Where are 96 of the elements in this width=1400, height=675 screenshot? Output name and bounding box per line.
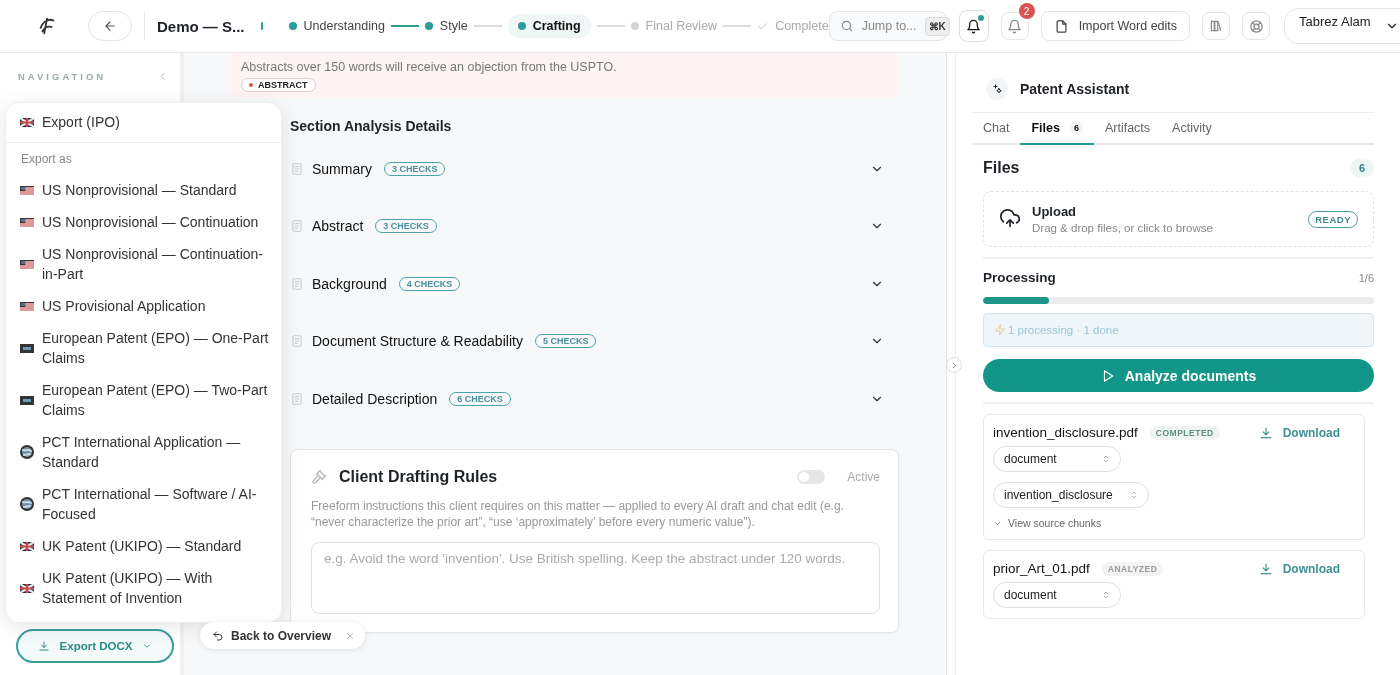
lightning-icon: [994, 324, 1006, 336]
accordion-row[interactable]: Background 4 CHECKS: [290, 255, 884, 313]
document-icon: [290, 276, 304, 291]
status-text: 1 processing · 1 done: [1008, 324, 1119, 336]
help-button[interactable]: [1242, 12, 1271, 40]
download-button[interactable]: Download: [1258, 561, 1354, 576]
import-button[interactable]: Import Word edits: [1040, 11, 1191, 41]
menu-item[interactable]: US Provisional Application: [6, 290, 281, 322]
menu-item[interactable]: US Nonprovisional — Continuation: [6, 206, 281, 238]
accordion-row[interactable]: Detailed Description 6 CHECKS: [290, 370, 884, 428]
user-menu[interactable]: Tabrez Alam: [1284, 8, 1400, 44]
menu-item[interactable]: European Patent (EPO) — Two-Part Claims: [6, 374, 281, 426]
sidebar-heading: NAVIGATION: [18, 71, 107, 82]
section-heading: Processing: [983, 270, 1056, 285]
section-heading: Section Analysis Details: [290, 118, 453, 134]
up-down-chevron-icon: [1101, 454, 1111, 464]
download-icon: [37, 640, 50, 652]
accordion-row[interactable]: Document Structure & Readability 5 CHECKS: [290, 312, 884, 370]
tab[interactable]: Chat: [972, 113, 1021, 145]
status-badge: ANALYZED: [1101, 561, 1164, 576]
arrow-left-icon: [103, 19, 117, 33]
upload-cloud-icon: [1000, 209, 1020, 229]
close-button[interactable]: [345, 630, 356, 641]
flag-icon: [20, 217, 34, 227]
file-icon: [1053, 18, 1069, 34]
menu-item[interactable]: UK Patent (UKIPO) — With Statement of Invention: [6, 562, 281, 614]
up-down-chevron-icon: [1101, 590, 1111, 600]
flag-icon: [20, 117, 34, 127]
source-chunks-link[interactable]: View source chunks: [993, 517, 1354, 529]
back-button[interactable]: [88, 11, 132, 41]
menu-item[interactable]: PCT International — Software / AI-Focused: [6, 478, 281, 530]
download-icon: [1258, 561, 1273, 576]
undo-icon: [212, 629, 224, 642]
flag-icon: [20, 395, 34, 405]
shortcut-key: ⌘K: [924, 16, 950, 36]
flag-icon: [20, 343, 34, 353]
upload-hint: Drag & drop files, or click to browse: [1032, 222, 1213, 234]
rules-input[interactable]: e.g. Avoid the word 'invention'. Use British spelling. Keep the abstract under 120 words.: [311, 541, 880, 614]
document-icon: [290, 219, 304, 234]
toggle-label: Active: [847, 469, 880, 484]
panel-title: Patent Assistant: [1020, 81, 1130, 97]
progress-step[interactable]: Crafting: [507, 14, 591, 38]
analyze-button[interactable]: Analyze documents: [983, 359, 1374, 392]
bell-icon: [966, 18, 982, 34]
export-button[interactable]: Export DOCX: [16, 629, 174, 663]
menu-section-label: Export as: [20, 151, 73, 168]
menu-item[interactable]: PCT International Application — Standard: [6, 426, 281, 478]
menu-item[interactable]: European Patent (EPO) — One-Part Claims: [6, 322, 281, 374]
bell-icon: [1007, 18, 1023, 34]
section-tag: ABSTRACT: [241, 78, 316, 92]
flag-icon: [20, 583, 34, 593]
flag-icon: [20, 497, 34, 511]
menu-item[interactable]: UK Patent (UKIPO) — Standard: [6, 530, 281, 562]
status-badge: COMPLETED: [1149, 425, 1220, 440]
download-button[interactable]: Download: [1258, 425, 1354, 440]
flag-icon: [20, 259, 34, 269]
accordion-row[interactable]: Abstract 3 CHECKS: [290, 197, 884, 255]
gavel-icon: [311, 468, 327, 485]
tab[interactable]: Files 6: [1020, 113, 1094, 145]
chevron-down-icon: [142, 641, 153, 651]
count-badge: 2: [1018, 3, 1035, 19]
menu-title-text: Export (IPO): [42, 114, 120, 130]
tab[interactable]: Activity: [1161, 113, 1223, 145]
section-heading: Files: [983, 159, 1020, 177]
flag-icon: [20, 445, 34, 459]
menu-item[interactable]: US Nonprovisional — Standard: [6, 174, 281, 206]
count-badge: 6: [1349, 159, 1374, 177]
flag-icon: [20, 541, 34, 551]
lifebuoy-icon: [1248, 18, 1264, 34]
search-field[interactable]: Jump to... ⌘K: [828, 11, 947, 41]
flag-icon: [20, 301, 34, 311]
progress-step[interactable]: Understanding: [288, 15, 385, 37]
file-name: invention_disclosure.pdf: [993, 425, 1138, 440]
notifications-button[interactable]: [958, 10, 989, 42]
upload-dropzone[interactable]: Upload Drag & drop files, or click to browse READY: [983, 191, 1374, 247]
warning-text: Abstracts over 150 words will receive an objection from the USPTO.: [241, 60, 618, 74]
library-button[interactable]: [1202, 12, 1231, 40]
document-title: Demo — S...: [157, 17, 245, 35]
card-description: Freeform instructions this client requires on this matter — applied to every AI draft and chat edit (e.g. “never characterize the prior art”, “use ‘approximately’ before every numeric value”).: [311, 497, 845, 530]
upload-title: Upload: [1032, 204, 1078, 219]
books-icon: [1209, 19, 1224, 33]
menu-item[interactable]: US Nonprovisional — Continuation-in-Part: [6, 238, 281, 290]
file-name: prior_Art_01.pdf: [993, 561, 1090, 576]
document-icon: [290, 334, 304, 349]
tab[interactable]: Artifacts: [1093, 113, 1162, 145]
toggle-switch[interactable]: [797, 469, 826, 484]
document-icon: [290, 391, 304, 406]
download-icon: [1258, 425, 1273, 440]
progress-step[interactable]: Style: [424, 15, 468, 37]
close-icon: [345, 630, 356, 641]
accordion-row[interactable]: Summary 3 CHECKS: [290, 140, 884, 198]
search-icon: [839, 19, 854, 33]
progress-count: 1/6: [1358, 271, 1374, 284]
document-icon: [290, 161, 304, 176]
card-title: Client Drafting Rules: [339, 467, 498, 486]
flag-icon: [20, 185, 34, 195]
